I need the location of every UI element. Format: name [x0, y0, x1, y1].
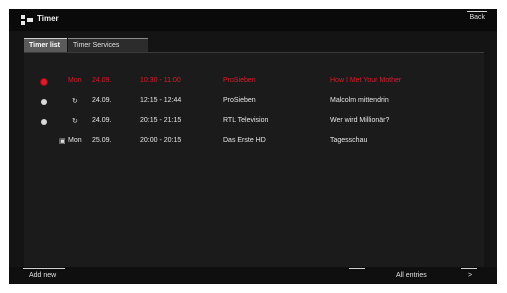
timer-row[interactable]: Mon 24.09. 10:30 - 11:00 ProSieben How I…: [24, 73, 484, 89]
timer-date: 24.09.: [92, 117, 112, 124]
timer-list: Mon 24.09. 10:30 - 11:00 ProSieben How I…: [24, 53, 484, 267]
timer-day: Mon: [68, 77, 82, 84]
timer-date: 24.09.: [92, 77, 112, 84]
timer-row[interactable]: ↻ 24.09. 12:15 - 12:44 ProSieben Malcolm…: [24, 93, 484, 109]
timer-title: Tagesschau: [330, 137, 368, 144]
tab-timer-list[interactable]: Timer list: [24, 38, 67, 52]
app-logo-icon: [21, 15, 33, 25]
timer-channel: RTL Television: [223, 117, 269, 124]
back-key-indicator: [467, 11, 487, 12]
timer-row[interactable]: ↻ 24.09. 20:15 - 21:15 RTL Television We…: [24, 113, 484, 129]
timer-date: 25.09.: [92, 137, 112, 144]
timer-title: How I Met Your Mother: [330, 77, 402, 84]
timer-date: 24.09.: [92, 97, 112, 104]
tab-timer-services[interactable]: Timer Services: [68, 38, 148, 52]
repeat-icon: ↻: [72, 118, 78, 125]
status-dot-icon: [41, 99, 47, 105]
timer-time: 20:15 - 21:15: [140, 117, 182, 124]
add-new-button[interactable]: Add new: [29, 272, 56, 279]
next-page-button[interactable]: >: [468, 272, 472, 279]
recording-dot-icon: [41, 79, 47, 85]
all-entries-key-indicator: [349, 268, 365, 269]
back-button[interactable]: Back: [469, 14, 485, 21]
timer-title: Malcolm mittendrin: [330, 97, 389, 104]
timer-channel: ProSieben: [223, 97, 256, 104]
page-title: Timer: [37, 14, 59, 23]
timer-time: 10:30 - 11:00: [140, 77, 181, 84]
timer-channel: Das Erste HD: [223, 137, 266, 144]
timer-time: 20:00 - 20:15: [140, 137, 182, 144]
all-entries-button[interactable]: All entries: [396, 272, 427, 279]
repeat-icon: ↻: [72, 98, 78, 105]
add-new-key-indicator: [23, 268, 65, 269]
next-key-indicator: [461, 268, 477, 269]
timer-screen: Timer Back Timer list Timer Services Mon…: [9, 9, 497, 284]
bottom-bar: Add new All entries >: [9, 267, 497, 284]
top-bar: Timer Back: [9, 9, 497, 31]
timer-channel: ProSieben: [223, 77, 256, 84]
timer-day: Mon: [68, 137, 82, 144]
status-dot-icon: [41, 119, 47, 125]
timer-title: Wer wird Millionär?: [330, 117, 390, 124]
timer-row[interactable]: ▣ Mon 25.09. 20:00 - 20:15 Das Erste HD …: [24, 133, 484, 149]
calendar-icon: ▣: [59, 138, 66, 145]
timer-time: 12:15 - 12:44: [140, 97, 182, 104]
